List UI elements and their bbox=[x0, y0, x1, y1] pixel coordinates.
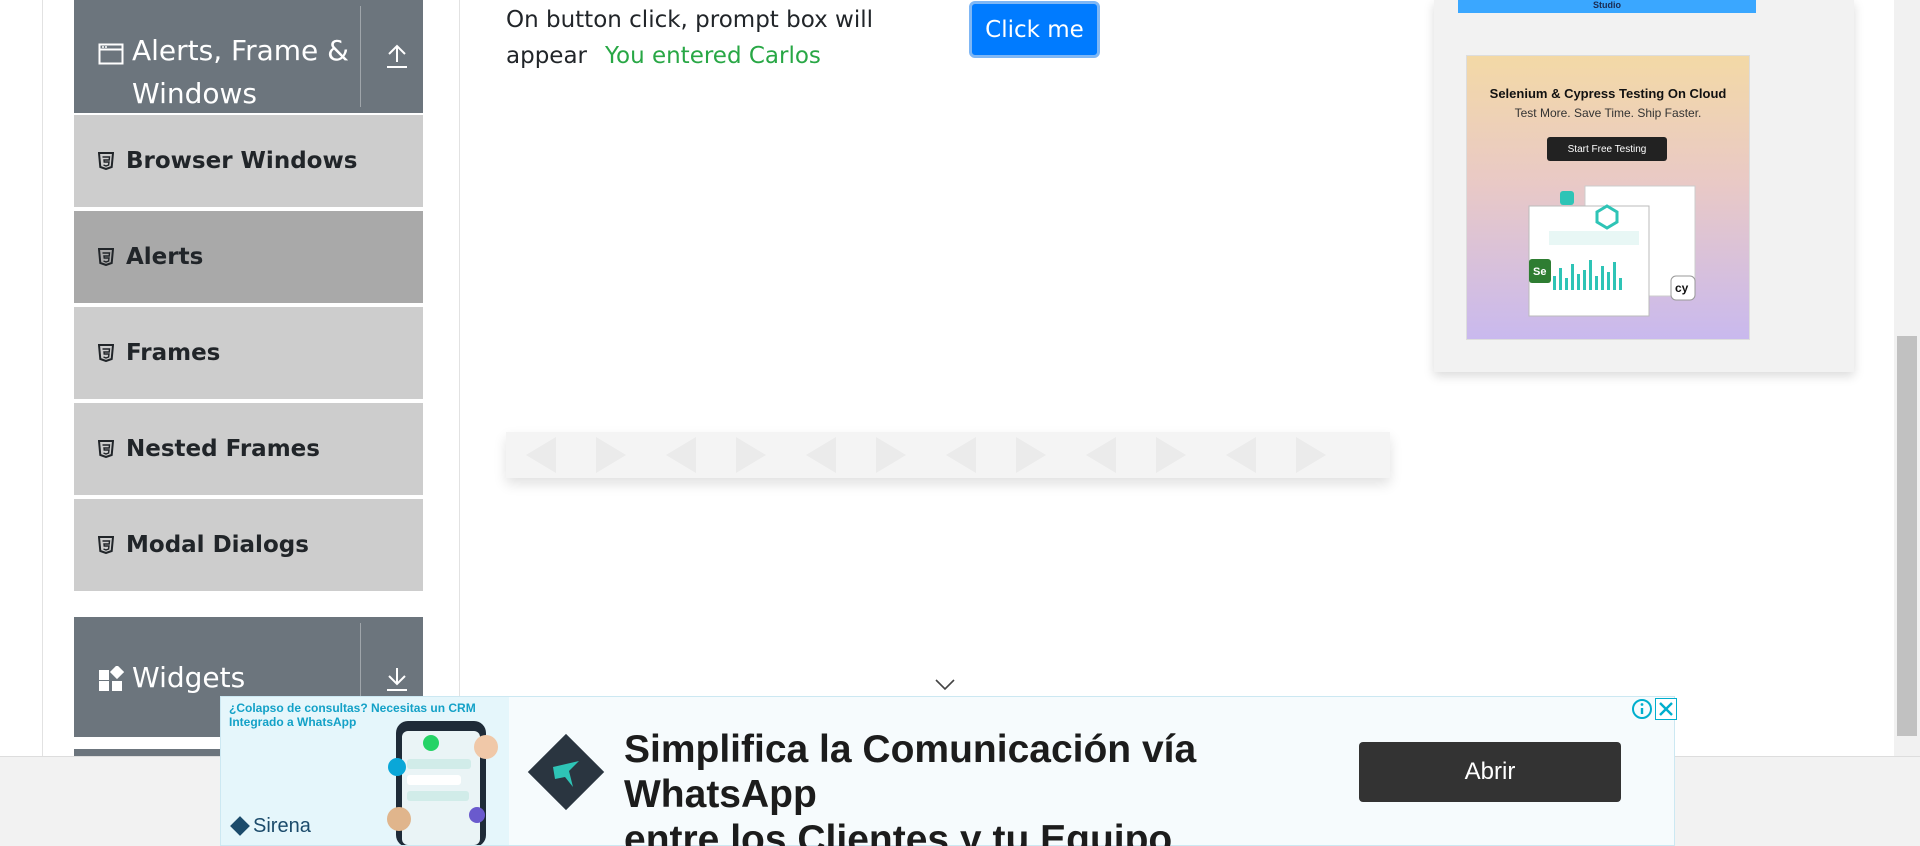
banner-left-panel: ¿Colapso de consultas? Necesitas un CRM … bbox=[221, 697, 509, 845]
page-scrollbar-thumb[interactable] bbox=[1897, 336, 1917, 736]
html5-icon bbox=[97, 440, 115, 459]
banner-brand: Sirena bbox=[253, 815, 311, 837]
chevron-down-icon[interactable] bbox=[935, 678, 955, 691]
right-ad-lambdatest[interactable]: Selenium & Cypress Testing On Cloud Test… bbox=[1466, 55, 1750, 340]
sirena-diamond-logo-icon bbox=[525, 731, 607, 813]
banner-headline-line2: entre los Clientes y tu Equipo. bbox=[624, 818, 1184, 846]
prompt-line2: appear bbox=[506, 43, 587, 69]
dashboard-illustration bbox=[1528, 185, 1696, 317]
prompt-line2-row: appear You entered Carlos bbox=[506, 38, 886, 74]
group-title: Widgets bbox=[132, 661, 246, 694]
prompt-result: You entered Carlos bbox=[605, 43, 821, 69]
group-header-alerts-frame-windows[interactable]: Alerts, Frame & Windows bbox=[74, 0, 423, 113]
right-ad-top-banner[interactable]: Studio bbox=[1458, 0, 1756, 13]
cypress-badge: cy bbox=[1675, 281, 1689, 295]
group-title-line2: Windows bbox=[132, 77, 257, 110]
sidebar-item-browser-windows[interactable]: Browser Windows bbox=[74, 115, 423, 209]
window-icon bbox=[98, 43, 124, 70]
prompt-line1: On button click, prompt box will bbox=[506, 7, 874, 33]
sidebar-item-nested-frames[interactable]: Nested Frames bbox=[74, 403, 423, 497]
sidebar-item-alerts[interactable]: Alerts bbox=[74, 211, 423, 305]
prompt-description: On button click, prompt box will appear Y… bbox=[506, 2, 886, 74]
ad-info-icon[interactable] bbox=[1631, 698, 1653, 720]
html5-icon bbox=[97, 152, 115, 171]
inline-ad-placeholder bbox=[506, 432, 1390, 478]
sidebar-item-modal-dialogs[interactable]: Modal Dialogs bbox=[74, 499, 423, 593]
collapse-up-arrow-icon[interactable] bbox=[384, 42, 410, 70]
bottom-banner-ad[interactable]: ¿Colapso de consultas? Necesitas un CRM … bbox=[220, 696, 1677, 846]
banner-headline: Simplifica la Comunicación vía WhatsApp … bbox=[624, 727, 1344, 846]
sidebar-item-label: Frames bbox=[126, 340, 221, 366]
group-divider bbox=[360, 6, 361, 107]
html5-icon bbox=[97, 536, 115, 555]
banner-headline-line1: Simplifica la Comunicación vía WhatsApp bbox=[624, 728, 1197, 816]
widgets-icon bbox=[98, 664, 125, 697]
sidebar-item-label: Nested Frames bbox=[126, 436, 320, 462]
ad-close-icon[interactable] bbox=[1655, 698, 1677, 720]
sidebar-item-label: Browser Windows bbox=[126, 148, 358, 174]
group-title-line1: Alerts, Frame & bbox=[132, 34, 350, 67]
sidebar-item-label: Modal Dialogs bbox=[126, 532, 309, 558]
triangle-pattern bbox=[526, 437, 1326, 473]
html5-icon bbox=[97, 344, 115, 363]
prompt-click-me-button[interactable]: Click me bbox=[969, 1, 1100, 58]
sidebar-item-frames[interactable]: Frames bbox=[74, 307, 423, 401]
expand-down-arrow-icon[interactable] bbox=[384, 665, 410, 693]
selenium-badge: Se bbox=[1533, 266, 1547, 278]
abrir-button[interactable]: Abrir bbox=[1359, 742, 1621, 802]
html5-icon bbox=[97, 248, 115, 267]
right-ad-top-label: Studio bbox=[1593, 0, 1621, 10]
sidebar-item-label: Alerts bbox=[126, 244, 204, 270]
